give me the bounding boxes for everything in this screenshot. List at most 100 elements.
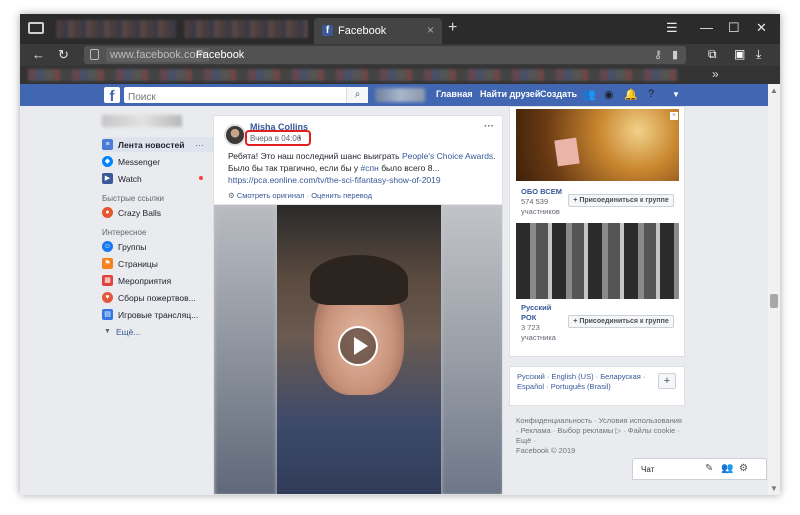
close-window-icon[interactable]: ✕ [756, 20, 767, 36]
language-selector: Русский · English (US) · Беларуская · Es… [509, 366, 685, 406]
tab-close-icon[interactable]: × [427, 23, 434, 37]
see-original-link[interactable]: Смотреть оригинал [237, 191, 305, 200]
profile-name-blurred[interactable] [102, 115, 182, 127]
tab-facebook[interactable]: f Facebook × [314, 18, 442, 44]
play-button[interactable] [338, 326, 378, 366]
blurred-tab[interactable] [56, 20, 176, 38]
group-name[interactable]: ОБО ВСЕМ [521, 187, 562, 196]
post-text-link[interactable]: People's Choice Awards [402, 151, 493, 161]
help-icon[interactable]: ? [648, 88, 654, 100]
search-icon[interactable]: ⌕ [346, 87, 368, 103]
group-cover-image[interactable] [516, 109, 679, 181]
key-icon[interactable]: ⚷ [654, 48, 662, 61]
pages-icon: ⚑ [102, 258, 113, 269]
search-box: ⌕ [124, 87, 368, 106]
downloads-icon[interactable]: ⤓ [756, 47, 761, 62]
close-icon[interactable]: × [670, 112, 678, 120]
sidebar-item-messenger[interactable]: ◆ Messenger [102, 154, 160, 169]
maximize-icon[interactable]: ☐ [728, 20, 740, 36]
group-member-count: 3 723 [521, 323, 540, 332]
sidebar-item-events[interactable]: ▦ Мероприятия [102, 273, 171, 288]
sidebar-item-fundraisers[interactable]: ♥ Сборы пожертвов... [102, 290, 196, 305]
translate-icon[interactable]: ⧉ [708, 47, 717, 62]
footer-copyright: Facebook © 2019 [516, 446, 576, 455]
video-blur-right [441, 205, 502, 494]
gaming-video-icon: ▤ [102, 309, 113, 320]
more-options-icon[interactable]: ··· [195, 140, 204, 150]
minimize-icon[interactable]: — [700, 20, 713, 35]
nav-create[interactable]: Создать [540, 89, 577, 99]
bookmark-icon[interactable]: ▮ [672, 48, 678, 61]
notifications-icon[interactable]: 🔔 [624, 88, 638, 101]
tab-title: Facebook [338, 25, 387, 37]
sidebar-item-label: Messenger [118, 156, 161, 167]
post-options-icon[interactable]: ··· [484, 121, 494, 132]
facebook-logo[interactable]: f [104, 87, 120, 103]
group-cover-image[interactable] [516, 223, 679, 299]
join-group-button[interactable]: + Присоединиться к группе [568, 315, 674, 328]
extension-icon[interactable]: ▣ [734, 47, 745, 61]
sidebar-item-watch[interactable]: ▶ Watch [102, 171, 142, 186]
add-language-button[interactable]: + [658, 373, 676, 389]
scrollbar[interactable] [768, 84, 780, 495]
sidebar-item-gaming-video[interactable]: ▤ Игровые трансляц... [102, 307, 198, 322]
shortcuts-heading: Быстрые ссылки [102, 194, 164, 203]
privacy-icon: ◐ [298, 133, 303, 142]
scroll-up-icon[interactable]: ▲ [770, 86, 778, 95]
url-input[interactable]: www.facebook.com Facebook ⚷ ▮ [84, 46, 686, 64]
messenger-icon[interactable]: ◉ [604, 88, 614, 101]
fundraisers-icon: ♥ [102, 292, 113, 303]
group-name[interactable]: Русский РОК [521, 303, 561, 323]
hashtag-link[interactable]: #спн [361, 163, 379, 173]
join-group-button[interactable]: + Присоединиться к группе [568, 194, 674, 207]
back-icon[interactable]: ← [32, 47, 45, 62]
new-message-icon[interactable]: ✎ [705, 463, 713, 474]
gear-icon[interactable]: ⚙ [739, 463, 748, 474]
notification-dot [199, 176, 203, 180]
sidebar-item-groups[interactable]: ☺ Группы [102, 239, 146, 254]
facebook-header: f ⌕ Главная Найти друзей Создать 👥 ◉ 🔔 ?… [20, 84, 768, 106]
contacts-icon[interactable]: 👥 [721, 463, 733, 474]
sidebar-item-label: Мероприятия [118, 275, 172, 286]
tab-bar: f Facebook × + ☰ — ☐ ✕ [20, 14, 780, 44]
post-text-part: было всего 8... [378, 163, 440, 173]
post-text: Ребята! Это наш последний шанс выиграть … [228, 150, 498, 174]
sidebar-item-label: Watch [118, 173, 142, 184]
reload-icon[interactable]: ↻ [58, 47, 69, 63]
footer-links: Конфиденциальность · Условия использован… [516, 416, 684, 456]
friend-requests-icon[interactable]: 👥 [582, 88, 596, 101]
rate-translation-link[interactable]: Оценить перевод [311, 191, 372, 200]
nav-find-friends[interactable]: Найти друзей [480, 89, 540, 99]
profile-link[interactable] [375, 88, 425, 102]
messenger-icon: ◆ [102, 156, 113, 167]
post-url-link[interactable]: https://pca.eonline.com/tv/the-sci-fifan… [228, 175, 441, 185]
group-suggestions: × ОБО ВСЕМ 574 539 участников + Присоеди… [509, 106, 685, 357]
video-player[interactable] [214, 205, 502, 494]
group-cover-detail [554, 137, 580, 167]
footer-links-text[interactable]: Конфиденциальность · Условия использован… [516, 416, 684, 446]
scrollbar-thumb[interactable] [770, 294, 778, 308]
tabs-overview-icon[interactable] [28, 22, 44, 34]
nav-home[interactable]: Главная [436, 89, 473, 99]
new-tab-button[interactable]: + [448, 19, 457, 37]
language-links[interactable]: Русский · English (US) · Беларуская · Es… [517, 372, 647, 392]
facebook-favicon-icon: f [322, 25, 333, 36]
sidebar-see-more[interactable]: ▼ Ещё... [102, 324, 140, 339]
post-timestamp[interactable]: Вчера в 04:06 [250, 134, 301, 143]
gear-icon: ⚙ [228, 191, 235, 200]
scroll-down-icon[interactable]: ▼ [770, 484, 778, 493]
sidebar-item-label: Лента новостей [118, 139, 185, 150]
bookmarks-bar: » [20, 66, 780, 84]
chat-bar[interactable]: Чат ✎ 👥 ⚙ [632, 458, 767, 480]
sidebar-item-pages[interactable]: ⚑ Страницы [102, 256, 158, 271]
bookmarks-more-icon[interactable]: » [712, 67, 719, 81]
search-input[interactable] [124, 89, 334, 106]
menu-icon[interactable]: ☰ [666, 20, 678, 36]
sidebar-item-crazy-balls[interactable]: ● Crazy Balls [102, 205, 161, 220]
account-menu-icon[interactable]: ▼ [672, 90, 680, 99]
blurred-bookmarks[interactable] [28, 69, 678, 81]
blurred-tab[interactable] [184, 20, 308, 38]
avatar[interactable] [224, 124, 246, 146]
sidebar-see-more-label: Ещё... [115, 326, 141, 337]
groups-icon: ☺ [102, 241, 113, 252]
